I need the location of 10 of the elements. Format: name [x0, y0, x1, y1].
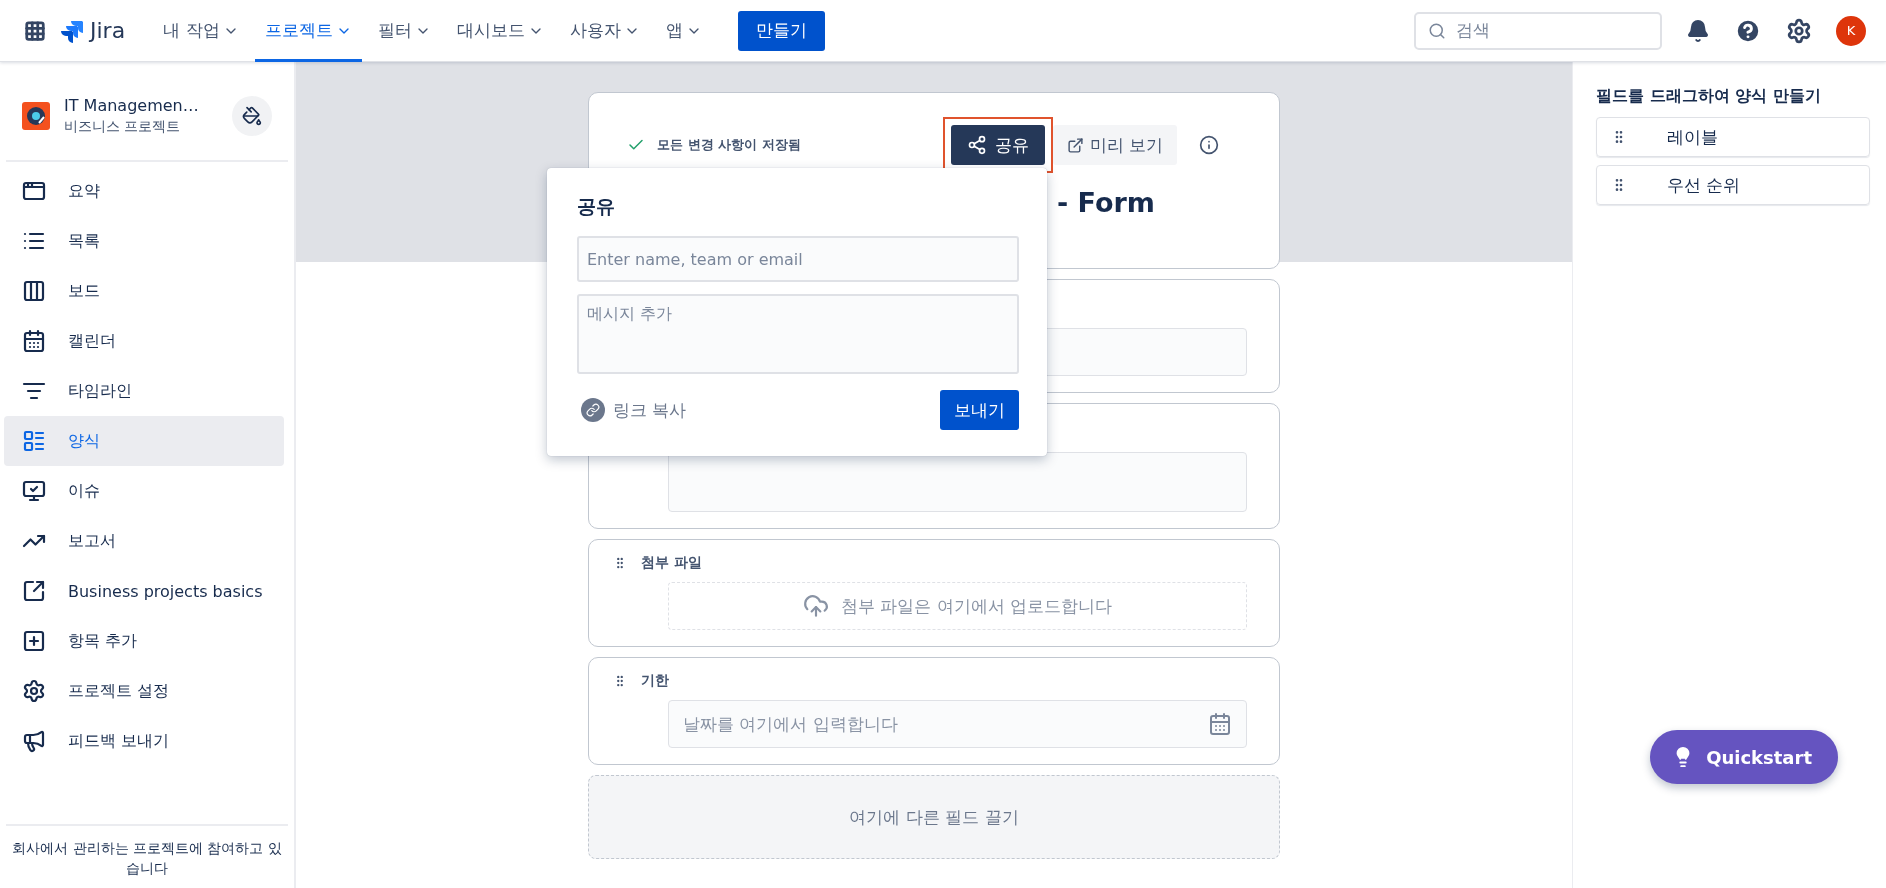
saved-status: 모든 변경 사항이 저장됨	[627, 136, 943, 154]
date-placeholder: 날짜를 여기에서 입력합니다	[683, 712, 898, 736]
field-label: 기한	[641, 672, 669, 690]
sidebar-footer-text: 회사에서 관리하는 프로젝트에 참여하고 있습니다	[6, 824, 288, 888]
popover-title: 공유	[577, 194, 616, 219]
form-title: - Form	[1057, 187, 1155, 218]
field-label: 첨부 파일	[641, 554, 702, 572]
project-type: 비즈니스 프로젝트	[64, 118, 182, 136]
upload-hint: 첨부 파일은 여기에서 업로드합니다	[840, 594, 1113, 618]
panel-title: 필드를 드래그하여 양식 만들기	[1596, 86, 1822, 107]
